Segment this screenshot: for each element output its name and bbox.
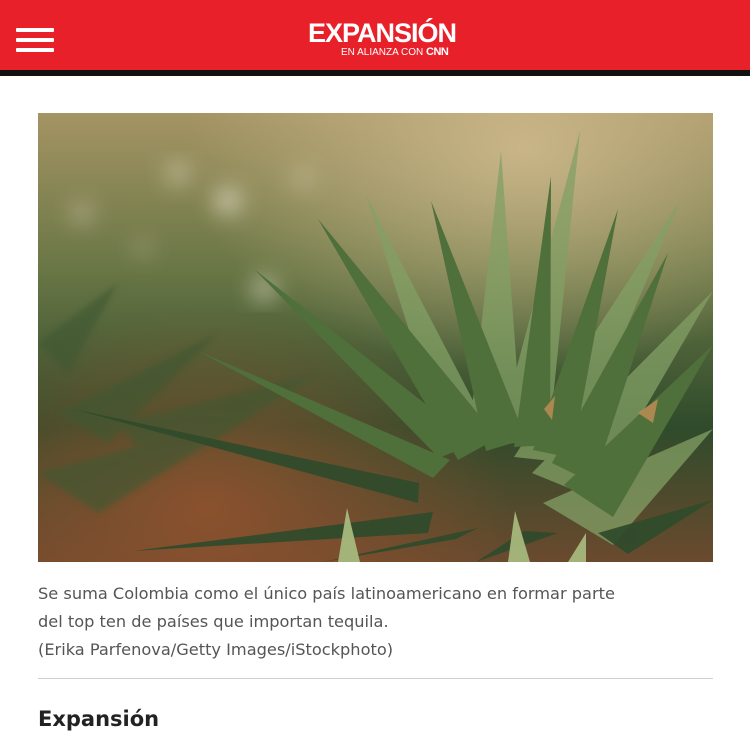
logo-title: EXPANSIÓN: [308, 18, 457, 48]
article-author: Expansión: [38, 707, 160, 731]
photo-credit: (Erika Parfenova/Getty Images/iStockphot…: [38, 640, 394, 659]
caption-line-1: Se suma Colombia como el único país lati…: [38, 584, 615, 603]
article-photo: [38, 113, 713, 562]
section-divider: [38, 678, 713, 679]
menu-bar-middle: [16, 38, 54, 42]
cnn-logo: CNN: [426, 46, 449, 58]
hamburger-menu-icon[interactable]: [16, 24, 54, 54]
menu-bar-top: [16, 28, 54, 32]
site-header: EXPANSIÓN EN ALIANZA CON CNN: [0, 0, 750, 76]
photo-caption: Se suma Colombia como el único país lati…: [38, 580, 714, 664]
caption-line-2: del top ten de países que importan tequi…: [38, 612, 389, 631]
expansion-logo[interactable]: EXPANSIÓN EN ALIANZA CON CNN: [308, 20, 468, 66]
menu-bar-bottom: [16, 48, 54, 52]
logo-subtitle: EN ALIANZA CON: [341, 47, 424, 58]
